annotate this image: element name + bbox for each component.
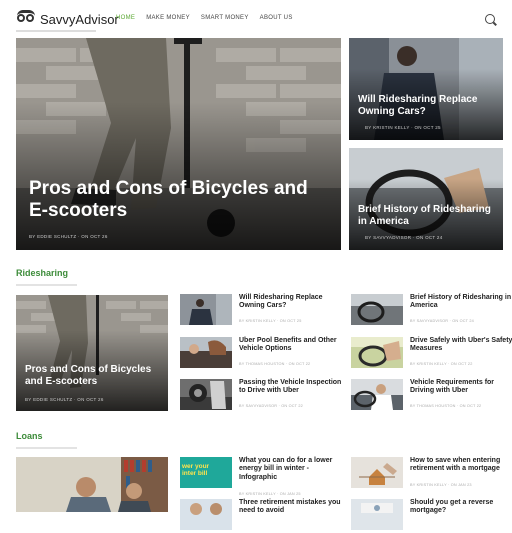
list-item-title[interactable]: Drive Safely with Uber's Safety Measures (410, 337, 512, 354)
list-item-meta: BY SAVVYADVISOR · ON OCT 22 (239, 404, 303, 408)
main-nav: HOME MAKE MONEY SMART MONEY ABOUT US (116, 15, 293, 21)
list-item-meta: BY KRISTIN KELLY · ON JAN 23 (410, 483, 472, 487)
site-header: SavvyAdvisor HOME MAKE MONEY SMART MONEY… (0, 0, 512, 38)
list-item-title[interactable]: Should you get a reverse mortgage? (410, 499, 512, 516)
list-item-thumbnail (351, 294, 403, 325)
list-item-title[interactable]: Passing the Vehicle Inspection to Drive … (239, 379, 343, 396)
ridesharing-featured-card[interactable]: Pros and Cons of Bicycles and E-scooters… (16, 295, 168, 411)
nav-home[interactable]: HOME (116, 15, 135, 21)
list-item-meta: BY KRISTIN KELLY · ON JAN 25 (239, 492, 301, 496)
hero-main-title[interactable]: Pros and Cons of Bicycles and E-scooters (29, 178, 319, 222)
hero-side-card-1[interactable]: Will Ridesharing Replace Owning Cars? BY… (349, 38, 503, 140)
hero-main-overlay (16, 101, 341, 250)
hero-side-title-2[interactable]: Brief History of Ridesharing in America (358, 204, 498, 227)
list-item-title[interactable]: What you can do for a lower energy bill … (239, 457, 343, 482)
list-item-title[interactable]: Will Ridesharing Replace Owning Cars? (239, 294, 343, 311)
list-item-meta: BY THOMAS HOUSTON · ON OCT 22 (239, 362, 311, 366)
list-item-title[interactable]: Three retirement mistakes you need to av… (239, 499, 343, 516)
hero-main-meta: BY EDDIE SCHULTZ · ON OCT 26 (29, 234, 108, 239)
hero-side-meta-1: BY KRISTIN KELLY · ON OCT 25 (365, 125, 441, 130)
thumbnail-caption: wer your inter bill (182, 463, 210, 478)
loans-featured-image (16, 457, 168, 512)
ridesharing-featured-title[interactable]: Pros and Cons of Bicycles and E-scooters (25, 364, 167, 387)
nav-smart-money[interactable]: SMART MONEY (201, 15, 249, 21)
list-item-title[interactable]: Vehicle Requirements for Driving with Ub… (410, 379, 512, 396)
search-icon[interactable] (485, 14, 495, 24)
ridesharing-featured-meta: BY EDDIE SCHULTZ · ON OCT 26 (25, 397, 104, 402)
section-underline-ridesharing (16, 284, 77, 286)
hero-main-card[interactable]: Pros and Cons of Bicycles and E-scooters… (16, 38, 341, 250)
list-item-thumbnail (180, 499, 232, 530)
list-item-thumbnail: wer your inter bill (180, 457, 232, 488)
logo-underline (16, 30, 96, 32)
list-item-thumbnail (351, 457, 403, 488)
list-item-meta: BY THOMAS HOUSTON · ON OCT 22 (410, 404, 482, 408)
list-item-title[interactable]: How to save when entering retirement wit… (410, 457, 512, 474)
nav-make-money[interactable]: MAKE MONEY (146, 15, 190, 21)
loans-featured-card[interactable] (16, 457, 168, 512)
list-item-thumbnail (180, 337, 232, 368)
hero-side-title-1[interactable]: Will Ridesharing Replace Owning Cars? (358, 94, 498, 117)
list-item-meta: BY KRISTIN KELLY · ON OCT 25 (239, 319, 302, 323)
list-item-thumbnail (351, 499, 403, 530)
nav-about-us[interactable]: ABOUT US (260, 15, 293, 21)
list-item-thumbnail (351, 379, 403, 410)
list-item-title[interactable]: Uber Pool Benefits and Other Vehicle Opt… (239, 337, 343, 354)
hero-side-card-2[interactable]: Brief History of Ridesharing in America … (349, 148, 503, 250)
section-underline-loans (16, 447, 77, 449)
list-item-thumbnail (180, 379, 232, 410)
list-item-title[interactable]: Brief History of Ridesharing in America (410, 294, 512, 311)
list-item-thumbnail (351, 337, 403, 368)
list-item-meta: BY KRISTIN KELLY · ON OCT 22 (410, 362, 473, 366)
site-logo[interactable]: SavvyAdvisor (16, 9, 119, 29)
list-item-thumbnail (180, 294, 232, 325)
section-title-loans[interactable]: Loans (16, 431, 43, 441)
hero-side-meta-2: BY SAVVYADVISOR · ON OCT 24 (365, 235, 443, 240)
section-title-ridesharing[interactable]: Ridesharing (16, 268, 68, 278)
owl-logo-icon (16, 10, 36, 28)
site-name: SavvyAdvisor (40, 11, 119, 27)
list-item-meta: BY SAVVYADVISOR · ON OCT 24 (410, 319, 474, 323)
